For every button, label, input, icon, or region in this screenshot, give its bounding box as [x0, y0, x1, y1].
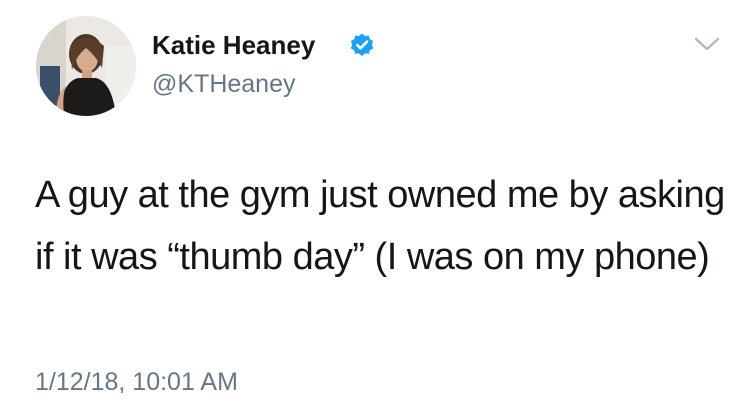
author-display-name[interactable]: Katie Heaney	[152, 28, 315, 62]
tweet-text: A guy at the gym just owned me by asking…	[35, 174, 725, 278]
author-handle[interactable]: @KTHeaney	[152, 68, 296, 100]
chevron-down-icon[interactable]	[693, 34, 721, 54]
verified-badge-icon	[350, 33, 374, 56]
tweet-timestamp[interactable]: 1/12/18, 10:01 AM	[35, 366, 238, 398]
avatar[interactable]	[36, 16, 136, 116]
tweet-card: Katie Heaney @KTHeaney A guy at the gym …	[0, 0, 750, 417]
avatar-photo	[36, 16, 136, 116]
